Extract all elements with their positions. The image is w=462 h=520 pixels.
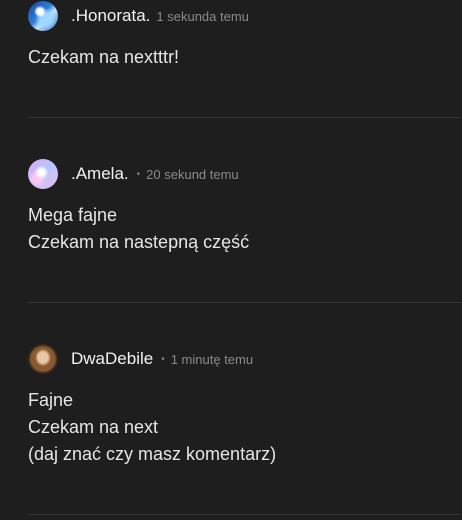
comment-text: Czekam na nextttr! bbox=[28, 44, 462, 71]
comment-text: Fajne Czekam na next (daj znać czy masz … bbox=[28, 387, 462, 468]
username[interactable]: .Honorata. bbox=[71, 6, 150, 26]
comment-line: Czekam na nextttr! bbox=[28, 47, 180, 67]
comment: .Honorata. 1 sekunda temu Czekam na next… bbox=[0, 0, 462, 71]
comment-header: .Honorata. 1 sekunda temu bbox=[0, 0, 462, 32]
comment: DwaDebile • 1 minutę temu Fajne Czekam n… bbox=[0, 343, 462, 468]
comment-header: .Amela. • 20 sekund temu bbox=[0, 158, 462, 190]
comment-time[interactable]: 1 minutę temu bbox=[171, 352, 253, 367]
comment-text: Mega fajne Czekam na nastepną część bbox=[28, 202, 462, 256]
divider bbox=[28, 302, 462, 303]
separator-dot: • bbox=[161, 353, 165, 365]
comment-line: (daj znać czy masz komentarz) bbox=[28, 444, 277, 464]
comment: .Amela. • 20 sekund temu Mega fajne Czek… bbox=[0, 158, 462, 256]
comment-line: Czekam na next bbox=[28, 417, 159, 437]
divider bbox=[28, 514, 462, 515]
avatar[interactable] bbox=[28, 1, 58, 31]
comment-line: Mega fajne bbox=[28, 205, 118, 225]
avatar[interactable] bbox=[28, 159, 58, 189]
comment-line: Fajne bbox=[28, 390, 74, 410]
comment-time[interactable]: 1 sekunda temu bbox=[156, 9, 249, 24]
comment-time[interactable]: 20 sekund temu bbox=[146, 167, 239, 182]
comment-line: Czekam na nastepną część bbox=[28, 232, 250, 252]
comment-header: DwaDebile • 1 minutę temu bbox=[0, 343, 462, 375]
divider bbox=[28, 117, 462, 118]
username[interactable]: DwaDebile bbox=[71, 349, 153, 369]
separator-dot: • bbox=[136, 168, 141, 180]
username[interactable]: .Amela. bbox=[71, 164, 129, 184]
avatar[interactable] bbox=[28, 344, 58, 374]
